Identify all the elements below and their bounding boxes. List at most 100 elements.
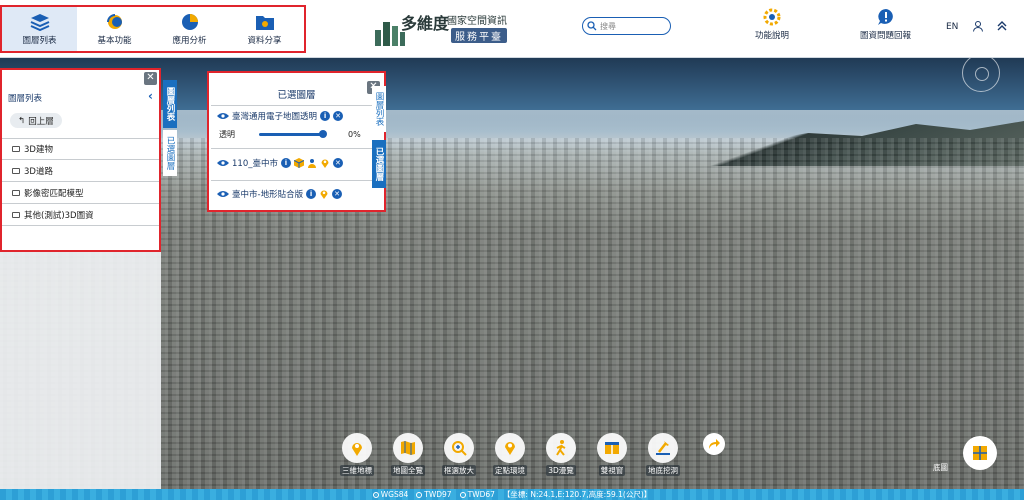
list-item[interactable]: 影像密匹配模型 [2, 182, 159, 204]
compass-icon[interactable] [962, 54, 1000, 92]
map-overview-icon [401, 441, 415, 455]
person-icon[interactable] [307, 158, 317, 168]
nav-label: 圖層列表 [22, 35, 57, 46]
tool-dig[interactable]: 地底挖洞 [644, 433, 682, 476]
opacity-label: 透明 [219, 129, 235, 139]
radio-icon [459, 492, 466, 498]
folder-icon [12, 146, 20, 152]
chevron-left-icon[interactable]: ‹ [148, 89, 153, 103]
share-arrow-icon [709, 439, 720, 449]
nav-data-share[interactable]: 資料分享 [227, 7, 302, 51]
search-icon [587, 21, 597, 31]
nav-label: 應用分析 [172, 35, 207, 46]
nav-basic-functions[interactable]: 基本功能 [77, 7, 152, 51]
gear-icon [763, 8, 781, 26]
tool-3d-walk[interactable]: 3D漫覽 [542, 433, 580, 476]
layer-list-panel: ✕ 圖層列表 ‹ ↰ 回上層 3D建物 3D道路 影像密匹配模型 其他(測試)3… [0, 68, 161, 252]
nav-layer-list[interactable]: 圖層列表 [2, 7, 77, 51]
alert-bubble-icon [877, 9, 893, 25]
crs-option[interactable]: TWD97 [416, 490, 452, 499]
back-label: 回上層 [28, 116, 54, 127]
eye-icon[interactable] [217, 190, 229, 198]
list-item[interactable]: 3D建物 [2, 138, 159, 160]
main-nav-group: 圖層列表 基本功能 應用分析 資料分享 [0, 5, 306, 53]
panel-header: 圖層列表 [8, 94, 43, 104]
opacity-value: 0% [348, 129, 361, 139]
selected-layer-item: 臺灣通用電子地圖透明 i ✕ 透明 0% [211, 105, 383, 142]
walk-icon [556, 440, 566, 456]
tool-label: 雙視窗 [598, 465, 626, 476]
list-item-label: 3D道路 [24, 166, 53, 177]
tool-label: 定點環境 [493, 465, 527, 476]
basemap-button[interactable] [963, 436, 997, 470]
logo-title: 多維度 [401, 14, 450, 33]
list-item[interactable]: 其他(測試)3D圖資 [2, 204, 159, 226]
language-toggle[interactable]: EN [946, 22, 958, 32]
logo-subtitle-2: 服務平臺 [451, 28, 507, 43]
crs-label: WGS84 [380, 490, 409, 499]
help-button[interactable]: 功能說明 [755, 8, 789, 48]
layer-category-list: 3D建物 3D道路 影像密匹配模型 其他(測試)3D圖資 [2, 138, 159, 226]
tool-dual-window[interactable]: 雙視窗 [593, 433, 631, 476]
layer-name: 臺中市-地形貼合版 [232, 190, 304, 200]
tool-label: 框選放大 [442, 465, 476, 476]
basemap-icon [973, 446, 987, 460]
radio-icon [372, 492, 379, 498]
layer-name: 臺灣通用電子地圖透明 [232, 112, 318, 122]
folder-icon [12, 189, 20, 196]
tool-zoom-box[interactable]: 框選放大 [440, 433, 478, 476]
eye-icon[interactable] [217, 112, 229, 120]
tab-selected-layers[interactable]: 已選圖層 [372, 140, 386, 188]
crs-option[interactable]: WGS84 [372, 490, 409, 499]
tab-layer-list[interactable]: 圖層列表 [163, 80, 177, 128]
eye-icon[interactable] [217, 159, 229, 167]
basemap-label: 底圖 [933, 463, 948, 472]
tool-label: 地底挖洞 [646, 465, 680, 476]
tool-more[interactable] [695, 433, 733, 476]
pie-chart-icon [181, 13, 198, 30]
tool-landmark[interactable]: 三維地標 [338, 433, 376, 476]
feedback-button[interactable]: 圖資問題回報 [860, 8, 911, 48]
tool-map-overview[interactable]: 地圖全覽 [389, 433, 427, 476]
back-button[interactable]: ↰ 回上層 [10, 113, 62, 128]
cube-icon[interactable] [293, 158, 304, 168]
site-logo[interactable]: 多維度 國家空間資訊 服務平臺 [373, 8, 515, 48]
remove-icon[interactable]: ✕ [332, 158, 343, 168]
selected-layers-panel: ✕ 已選圖層 臺灣通用電子地圖透明 i ✕ 透明 0% 110_臺中市 i ✕ … [207, 71, 386, 212]
opacity-slider[interactable] [259, 129, 327, 138]
folder-share-icon [255, 15, 274, 30]
crs-option[interactable]: TWD67 [459, 490, 495, 499]
search-box[interactable]: 搜尋 [582, 17, 671, 35]
nav-analysis[interactable]: 應用分析 [152, 7, 227, 51]
remove-icon[interactable]: ✕ [333, 111, 344, 121]
landmark-pin-icon [352, 443, 362, 456]
tab-layer-list[interactable]: 圖層列表 [372, 86, 386, 132]
info-icon[interactable]: i [280, 158, 291, 168]
location-pin-icon[interactable] [320, 158, 330, 168]
bottom-toolbar: 三維地標 地圖全覽 框選放大 定點環境 3D漫覽 雙視窗 地底挖洞 [338, 433, 733, 476]
crs-label: TWD67 [467, 490, 495, 499]
list-item[interactable]: 3D道路 [2, 160, 159, 182]
logo-subtitle: 國家空間資訊 [447, 16, 507, 27]
layer-name: 110_臺中市 [232, 159, 278, 169]
opacity-control: 透明 0% [211, 126, 383, 142]
close-icon[interactable]: ✕ [144, 72, 157, 85]
nav-label: 資料分享 [247, 35, 282, 46]
dual-window-icon [605, 442, 619, 454]
collapse-up-icon[interactable] [996, 20, 1008, 32]
user-icon[interactable] [972, 20, 984, 32]
remove-icon[interactable]: ✕ [332, 189, 343, 199]
tab-selected-layers[interactable]: 已選圖層 [163, 130, 177, 176]
selected-layer-item: 臺中市-地形貼合版 i ✕ [211, 180, 383, 207]
location-pin-icon [505, 442, 515, 455]
help-label: 功能說明 [755, 31, 790, 41]
location-pin-icon[interactable] [319, 189, 329, 199]
tool-location-env[interactable]: 定點環境 [491, 433, 529, 476]
folder-icon [12, 167, 20, 174]
feedback-label: 圖資問題回報 [860, 31, 912, 41]
coordinate-readout: 【坐標: N:24.1,E:120.7,高度:59.1(公尺)】 [502, 490, 652, 499]
list-item-label: 3D建物 [24, 145, 53, 155]
info-icon[interactable]: i [320, 111, 331, 121]
basic-function-icon [106, 13, 122, 29]
info-icon[interactable]: i [306, 189, 317, 199]
